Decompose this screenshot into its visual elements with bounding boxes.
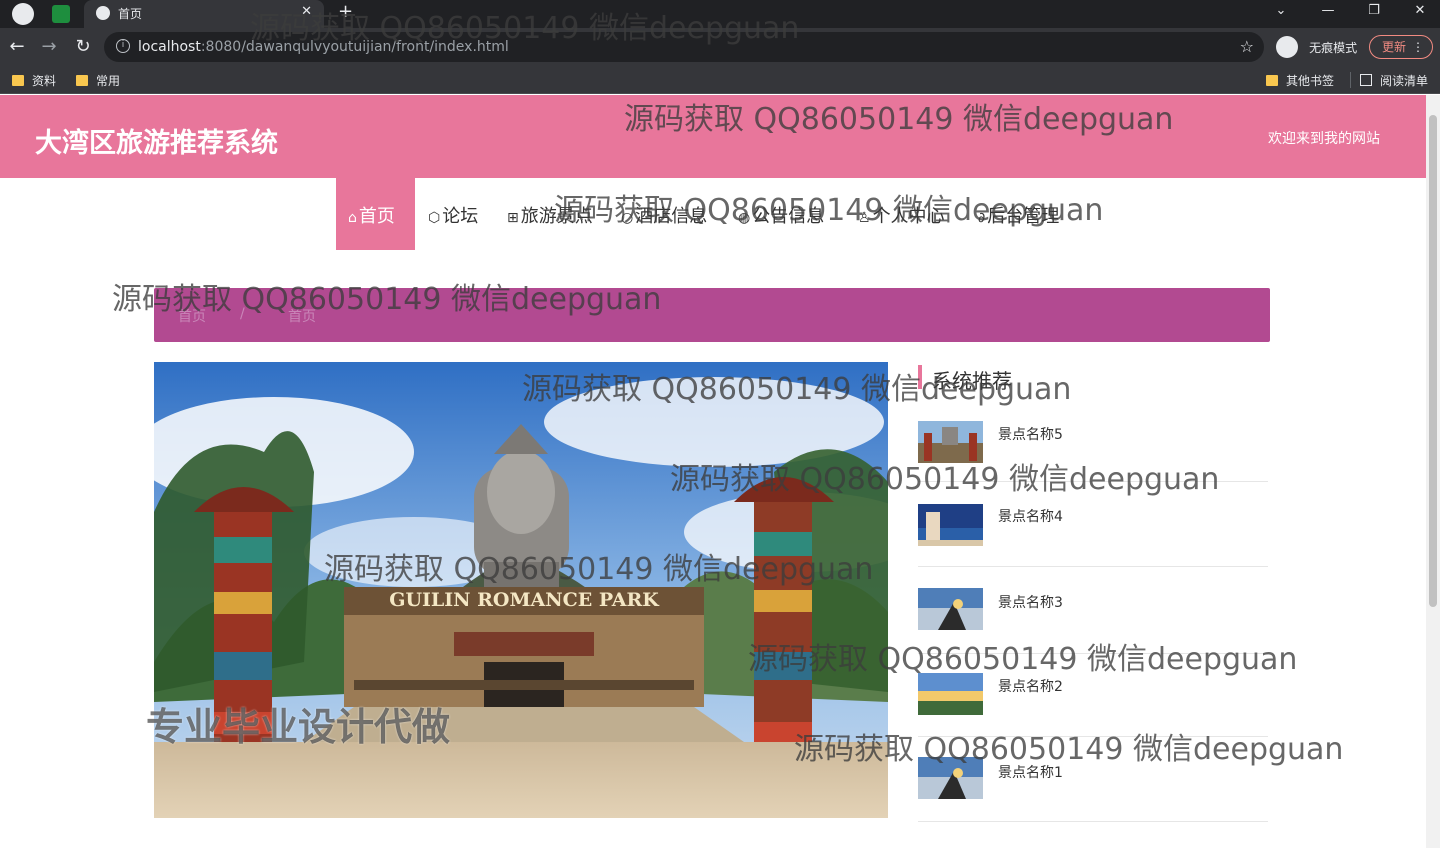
watermark: 源码获取 QQ86050149 微信deepguan xyxy=(748,642,1298,677)
recommend-name[interactable]: 景点名称2 xyxy=(998,676,1063,696)
watermark: 源码获取 QQ86050149 微信deepguan xyxy=(794,732,1344,767)
home-icon: ⌂ xyxy=(348,210,357,226)
forward-arrow-icon[interactable]: → xyxy=(38,36,60,57)
gift-icon: ⊞ xyxy=(507,210,519,226)
watermark: 源码获取 QQ86050149 微信deepguan xyxy=(324,552,874,587)
page-scrollbar[interactable] xyxy=(1426,95,1440,848)
tab-search-chevron-icon[interactable]: ⌄ xyxy=(1266,3,1296,18)
pinned-app-icon[interactable] xyxy=(52,5,70,23)
incognito-label: 无痕模式 xyxy=(1309,40,1358,55)
bookmark-folder-0[interactable]: 资料 xyxy=(12,72,56,89)
watermark: 源码获取 QQ86050149 微信deepguan xyxy=(250,11,800,46)
bookmarks-bar: 资料 常用 其他书签 阅读清单 xyxy=(0,66,1440,94)
tab-title: 首页 xyxy=(118,7,143,21)
update-button[interactable]: 更新 ⋮ xyxy=(1369,35,1433,59)
watermark: 源码获取 QQ86050149 微信deepguan xyxy=(112,282,662,317)
thumbnail[interactable] xyxy=(918,588,983,630)
update-label: 更新 xyxy=(1382,40,1407,54)
incognito-icon xyxy=(1276,36,1298,58)
folder-icon xyxy=(76,75,88,86)
scrollbar-thumb[interactable] xyxy=(1429,115,1437,607)
window-close-button[interactable]: ✕ xyxy=(1405,3,1435,18)
thumbnail[interactable] xyxy=(918,673,983,715)
folder-icon xyxy=(1266,75,1278,86)
more-menu-icon[interactable]: ⋮ xyxy=(1412,36,1424,58)
pinned-tab-icon[interactable] xyxy=(12,3,34,25)
site-title: 大湾区旅游推荐系统 xyxy=(35,128,278,159)
watermark: 源码获取 QQ86050149 微信deepguan xyxy=(624,102,1174,137)
restore-button[interactable]: ❐ xyxy=(1359,3,1389,18)
bookmarks-divider xyxy=(1350,72,1351,88)
bookmark-star-icon[interactable]: ☆ xyxy=(1240,37,1254,56)
back-arrow-icon[interactable]: ← xyxy=(6,36,28,57)
incognito-indicator[interactable]: 无痕模式 xyxy=(1276,36,1357,58)
nav-item-home[interactable]: ⌂ 首页 xyxy=(336,178,415,250)
cube-icon: ⬡ xyxy=(428,210,441,226)
folder-icon xyxy=(12,75,24,86)
nav-item-forum[interactable]: ⬡ 论坛 xyxy=(428,178,478,250)
recommend-name[interactable]: 景点名称5 xyxy=(998,424,1063,444)
watermark: 源码获取 QQ86050149 微信deepguan xyxy=(670,462,1220,497)
minimize-button[interactable]: — xyxy=(1313,3,1343,18)
globe-icon xyxy=(96,6,110,20)
thumbnail[interactable] xyxy=(918,504,983,546)
watermark: 源码获取 QQ86050149 微信deepguan xyxy=(554,193,1104,228)
bookmark-folder-1[interactable]: 常用 xyxy=(76,72,120,89)
park-sign-text: GUILIN ROMANCE PARK xyxy=(389,589,660,611)
reading-list-icon xyxy=(1360,74,1372,86)
site-info-icon[interactable]: i xyxy=(116,39,130,53)
recommend-name[interactable]: 景点名称3 xyxy=(998,592,1063,612)
reload-icon[interactable]: ↻ xyxy=(72,36,94,57)
other-bookmarks[interactable]: 其他书签 xyxy=(1266,72,1334,89)
welcome-text: 欢迎来到我的网站 xyxy=(1268,131,1380,147)
promo-watermark: 专业毕业设计代做 xyxy=(146,705,451,749)
watermark: 源码获取 QQ86050149 微信deepguan xyxy=(522,372,1072,407)
recommend-name[interactable]: 景点名称4 xyxy=(998,506,1063,526)
reading-list[interactable]: 阅读清单 xyxy=(1360,72,1428,89)
